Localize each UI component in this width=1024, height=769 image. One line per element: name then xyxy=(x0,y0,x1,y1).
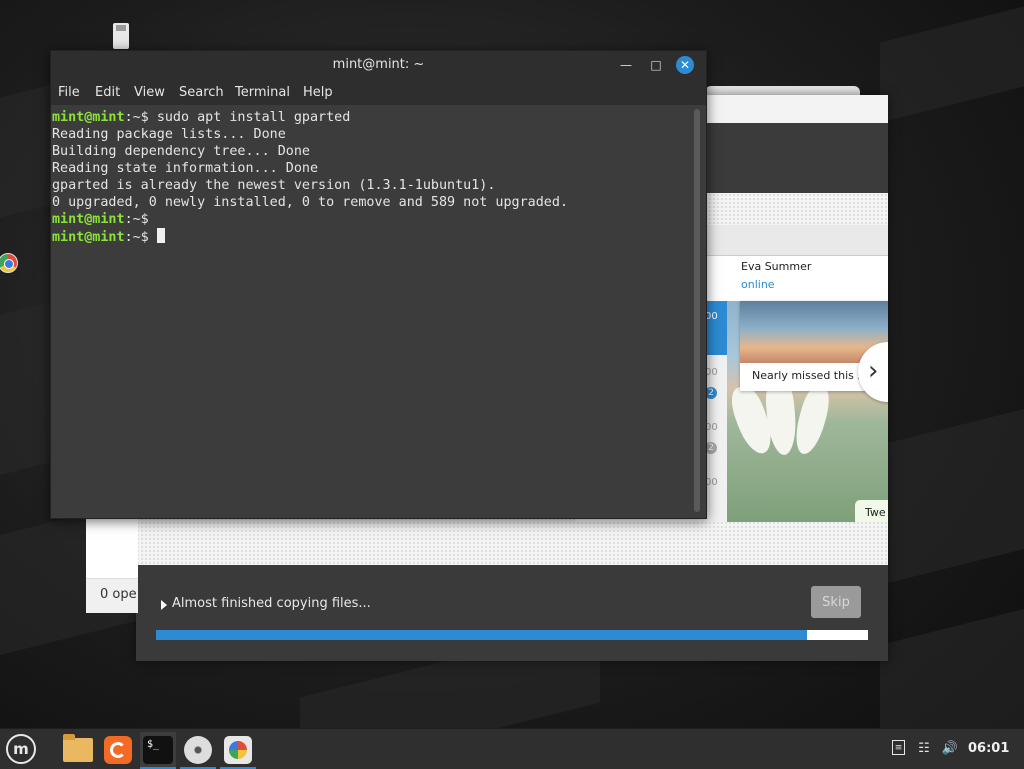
menu-help[interactable]: Help xyxy=(303,85,333,100)
menu-icon[interactable]: m xyxy=(6,734,36,764)
photo-caption: Nearly missed this s xyxy=(752,369,864,382)
expand-arrow-icon[interactable] xyxy=(161,600,167,610)
file-manager-status: 0 ope xyxy=(86,578,138,613)
menu-search[interactable]: Search xyxy=(179,85,224,100)
menu-view[interactable]: View xyxy=(134,85,165,100)
install-progress-bar xyxy=(156,630,868,640)
window-title: mint@mint: ~ xyxy=(332,57,425,72)
tweet-bubble: Twe xyxy=(855,500,888,522)
firefox-icon[interactable] xyxy=(100,732,136,768)
terminal-menubar: File Edit View Search Terminal Help xyxy=(51,79,706,105)
usb-drive-icon[interactable] xyxy=(111,23,131,49)
skip-button[interactable]: Skip xyxy=(811,586,861,618)
clock[interactable]: 06:01 xyxy=(968,741,1009,756)
terminal-output[interactable]: mint@mint:~$ sudo apt install gparted Re… xyxy=(51,105,706,518)
taskbar: m $_ ≡ ☷ 🔊 06:01 xyxy=(0,728,1024,769)
files-icon[interactable] xyxy=(60,732,96,768)
terminal-line: 0 upgraded, 0 newly installed, 0 to remo… xyxy=(52,195,568,210)
minimize-icon[interactable]: — xyxy=(617,56,635,74)
network-icon[interactable]: ☷ xyxy=(916,740,932,756)
install-status-text[interactable]: Almost finished copying files... xyxy=(172,596,371,611)
installer-footer: Almost finished copying files... Skip xyxy=(136,565,888,661)
terminal-line: mint@mint:~$ xyxy=(52,228,165,246)
file-manager-window: 0 ope xyxy=(86,513,138,613)
chat-contact: Eva Summer online xyxy=(741,260,811,291)
progress-fill xyxy=(156,630,808,640)
terminal-line: mint@mint:~$ sudo apt install gparted xyxy=(52,110,351,125)
menu-file[interactable]: File xyxy=(58,85,80,100)
terminal-line: Building dependency tree... Done xyxy=(52,144,310,159)
terminal-scrollbar[interactable] xyxy=(694,109,700,512)
menu-edit[interactable]: Edit xyxy=(95,85,120,100)
terminal-line: Reading state information... Done xyxy=(52,161,319,176)
terminal-line: gparted is already the newest version (1… xyxy=(52,178,496,193)
terminal-icon[interactable]: $_ xyxy=(140,732,176,769)
maximize-icon[interactable]: □ xyxy=(647,56,665,74)
contact-status: online xyxy=(741,278,775,291)
volume-icon[interactable]: 🔊 xyxy=(942,740,958,756)
contact-name: Eva Summer xyxy=(741,260,812,273)
terminal-line: mint@mint:~$ xyxy=(52,212,157,227)
menu-terminal[interactable]: Terminal xyxy=(235,85,290,100)
text-cursor xyxy=(156,228,165,243)
notes-icon[interactable]: ≡ xyxy=(892,740,905,755)
paint-icon[interactable] xyxy=(220,732,256,769)
terminal-line: Reading package lists... Done xyxy=(52,127,286,142)
terminal-window[interactable]: mint@mint: ~ — □ ✕ File Edit View Search… xyxy=(50,50,707,519)
close-icon[interactable]: ✕ xyxy=(676,56,694,74)
disc-icon[interactable] xyxy=(180,732,216,769)
terminal-titlebar[interactable]: mint@mint: ~ — □ ✕ xyxy=(51,51,706,79)
